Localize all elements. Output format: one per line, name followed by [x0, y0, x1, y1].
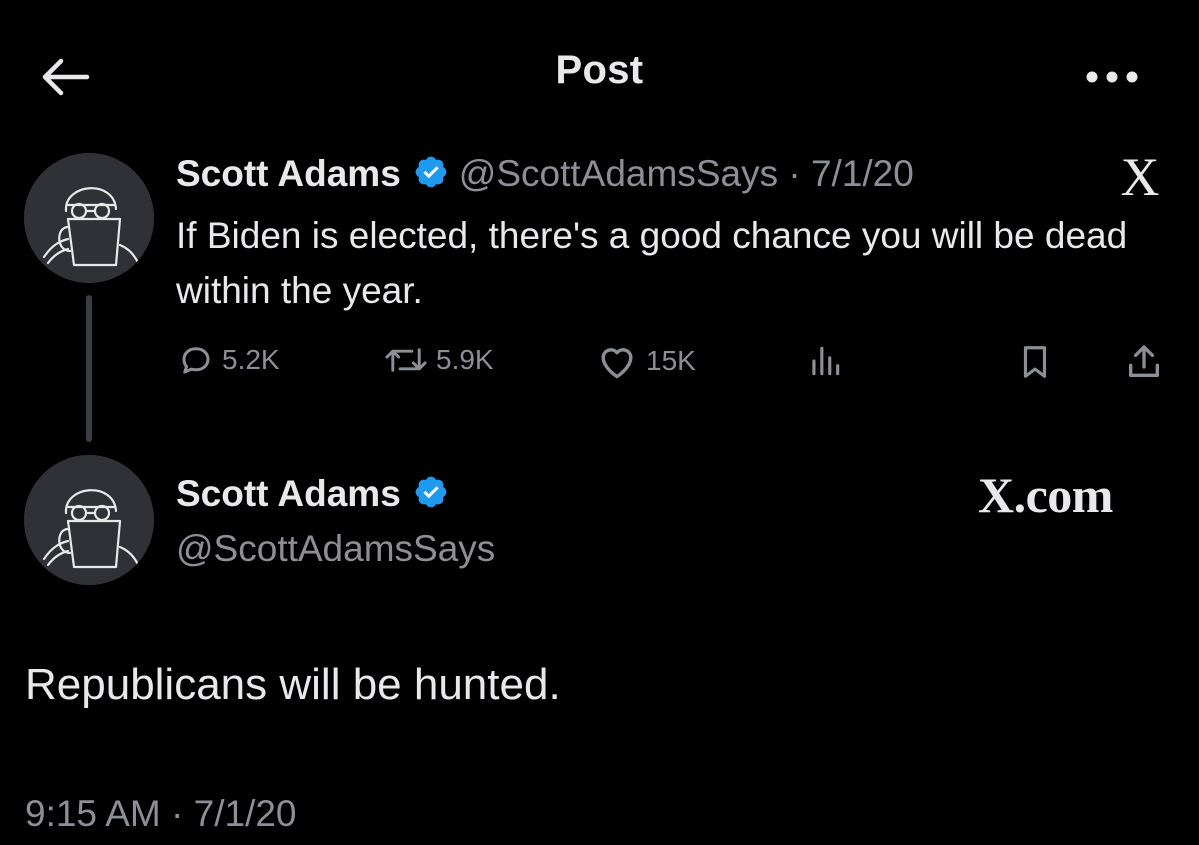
handle-date[interactable]: @ScottAdamsSays · 7/1/20: [459, 153, 914, 195]
more-button[interactable]: [1080, 55, 1144, 99]
verified-badge-icon: [413, 154, 449, 195]
page-title: Post: [555, 48, 644, 92]
avatar[interactable]: [24, 455, 154, 585]
repost-count: 5.9K: [436, 344, 494, 375]
avatar-sketch-icon: [24, 455, 154, 585]
bookmark-button[interactable]: [1016, 342, 1054, 382]
like-button[interactable]: 15K: [596, 342, 696, 380]
x-logo-icon: X: [1120, 147, 1160, 207]
reply-icon: [182, 347, 210, 374]
tweet-timestamp[interactable]: 9:15 AM · 7/1/20: [25, 793, 297, 835]
x-com-brand: X.com: [978, 467, 1113, 523]
reply-button[interactable]: 5.2K: [178, 342, 280, 378]
quoted-tweet-header: Scott Adams @ScottAdamsSays · 7/1/20: [176, 152, 914, 196]
verified-badge-icon: [413, 474, 449, 515]
repost-icon: [385, 348, 427, 372]
author-name[interactable]: Scott Adams: [176, 473, 401, 515]
main-tweet-author: Scott Adams: [176, 472, 449, 516]
reply-count: 5.2K: [222, 344, 280, 375]
share-button[interactable]: [1124, 342, 1164, 382]
bookmark-icon: [1023, 346, 1047, 378]
avatar-sketch-icon: [24, 153, 154, 283]
views-button[interactable]: [805, 342, 845, 380]
like-count: 15K: [646, 345, 696, 376]
repost-button[interactable]: 5.9K: [384, 342, 494, 378]
views-chart-icon: [812, 346, 840, 376]
quoted-tweet-text: If Biden is elected, there's a good chan…: [176, 215, 1128, 311]
avatar[interactable]: [24, 153, 154, 283]
heart-icon: [601, 348, 633, 379]
author-name[interactable]: Scott Adams: [176, 153, 401, 195]
share-icon: [1129, 345, 1159, 377]
more-dots-icon: [1086, 71, 1138, 83]
handle[interactable]: @ScottAdamsSays: [176, 528, 495, 570]
thread-line: [86, 295, 92, 442]
main-tweet-text: Republicans will be hunted.: [25, 660, 561, 709]
